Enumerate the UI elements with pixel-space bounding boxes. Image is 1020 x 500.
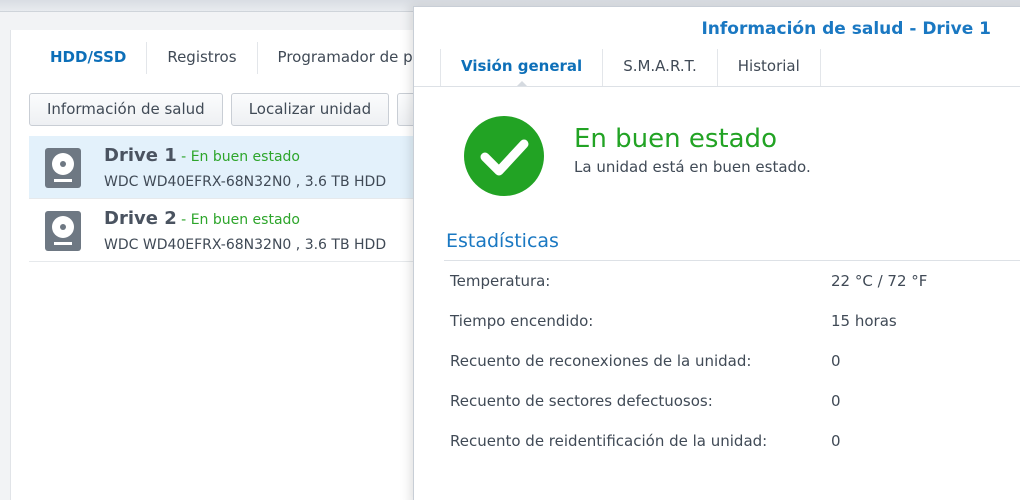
tab-hdd-ssd[interactable]: HDD/SSD [29, 42, 148, 74]
stat-label: Recuento de reidentificación de la unida… [450, 432, 768, 450]
stat-label: Temperatura: [450, 272, 551, 290]
dialog-title: Información de salud - Drive 1 [701, 19, 991, 39]
drive-model: WDC WD40EFRX-68N32N0 , 3.6 TB HDD [104, 237, 387, 253]
tab-smart[interactable]: S.M.A.R.T. [602, 49, 718, 86]
drive-title: Drive 2 - En buen estado [104, 208, 300, 229]
drive-model: WDC WD40EFRX-68N32N0 , 3.6 TB HDD [104, 174, 387, 190]
stat-value: 15 horas [831, 312, 897, 330]
health-info-dialog: Información de salud - Drive 1 Visión ge… [413, 6, 1020, 500]
stat-label: Tiempo encendido: [450, 312, 594, 330]
stat-row-power-on-time: Tiempo encendido: 15 horas [450, 312, 1010, 334]
statistics-divider [444, 260, 1020, 261]
drive-separator: - [176, 149, 191, 165]
hard-drive-icon [45, 211, 81, 251]
drive-list: Drive 1 - En buen estado WDC WD40EFRX-68… [29, 136, 431, 262]
locate-drive-button[interactable]: Localizar unidad [230, 93, 390, 126]
drive-name: Drive 1 [104, 145, 177, 166]
storage-manager-window: HDD/SSD Registros Programador de p Infor… [10, 30, 444, 500]
hard-drive-icon [45, 148, 81, 188]
stat-row-temperature: Temperatura: 22 °C / 72 °F [450, 272, 1010, 294]
stat-label: Recuento de sectores defectuosos: [450, 392, 713, 410]
tab-registros[interactable]: Registros [147, 42, 258, 74]
stat-row-reidentification: Recuento de reidentificación de la unida… [450, 432, 1010, 454]
tab-history[interactable]: Historial [716, 49, 821, 86]
drive-status: En buen estado [190, 149, 300, 165]
drive-row-2[interactable]: Drive 2 - En buen estado WDC WD40EFRX-68… [29, 199, 431, 262]
checkmark-icon [464, 116, 544, 196]
drive-separator: - [176, 212, 191, 228]
tab-overview[interactable]: Visión general [440, 49, 604, 87]
drive-status: En buen estado [190, 212, 300, 228]
stat-value: 0 [831, 432, 841, 450]
health-status-description: La unidad está en buen estado. [574, 158, 811, 176]
stat-value: 22 °C / 72 °F [831, 272, 928, 290]
health-status-heading: En buen estado [574, 124, 777, 154]
statistics-title: Estadísticas [446, 230, 559, 252]
dialog-tabs: Visión general S.M.A.R.T. Historial [440, 49, 821, 87]
drive-title: Drive 1 - En buen estado [104, 145, 300, 166]
stat-row-bad-sectors: Recuento de sectores defectuosos: 0 [450, 392, 1010, 414]
stat-value: 0 [831, 392, 841, 410]
tab-programador[interactable]: Programador de p [258, 42, 434, 74]
health-info-button[interactable]: Información de salud [29, 93, 223, 126]
storage-tabs: HDD/SSD Registros Programador de p [29, 42, 434, 74]
drive-name: Drive 2 [104, 208, 177, 229]
storage-toolbar: Información de salud Localizar unidad A [29, 93, 444, 126]
stat-label: Recuento de reconexiones de la unidad: [450, 352, 752, 370]
stat-value: 0 [831, 352, 841, 370]
tab-divider [414, 86, 1020, 87]
stat-row-reconnections: Recuento de reconexiones de la unidad: 0 [450, 352, 1010, 374]
drive-row-1[interactable]: Drive 1 - En buen estado WDC WD40EFRX-68… [29, 136, 431, 199]
